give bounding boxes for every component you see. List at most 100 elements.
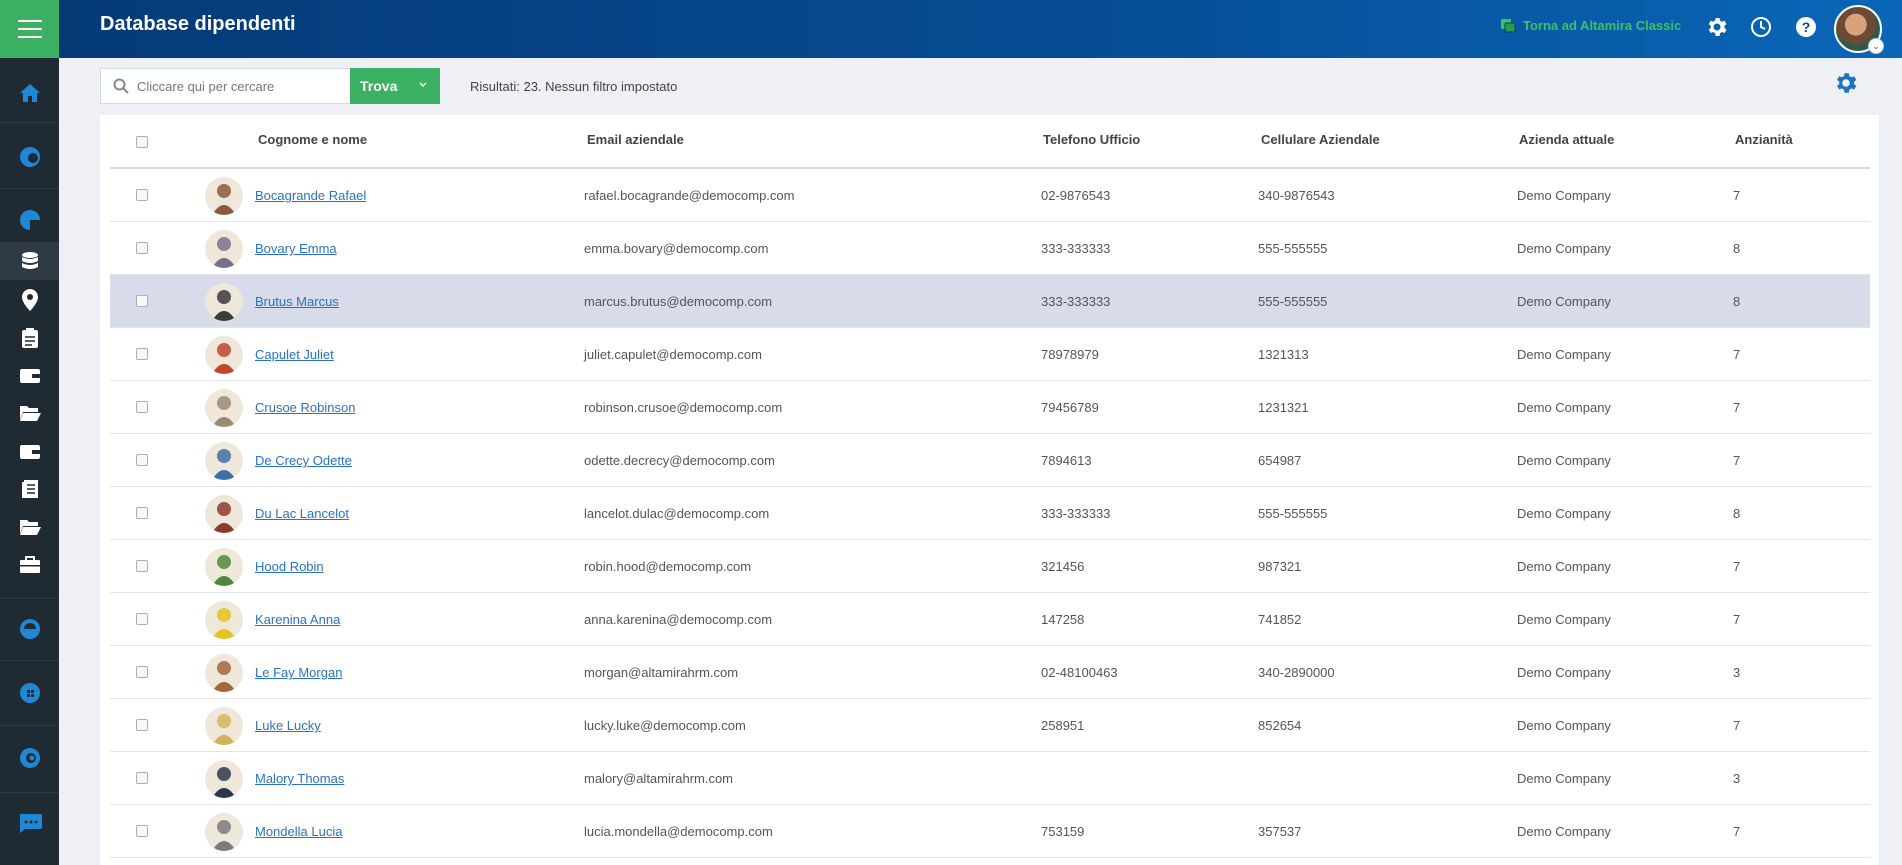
column-header-phone[interactable]: Telefono Ufficio: [1043, 132, 1140, 147]
employee-name-link[interactable]: Luke Lucky: [255, 718, 321, 733]
employee-seniority: 3: [1733, 665, 1741, 680]
column-header-email[interactable]: Email aziendale: [587, 132, 684, 147]
row-checkbox[interactable]: [136, 613, 148, 625]
sidebar-item-database[interactable]: [0, 242, 59, 280]
table-row[interactable]: Capulet Juliet juliet.capulet@democomp.co…: [110, 328, 1870, 381]
sidebar-item-clipboard[interactable]: [0, 320, 59, 356]
employee-name-link[interactable]: Mondella Lucia: [255, 824, 342, 839]
row-checkbox[interactable]: [136, 825, 148, 837]
classic-link[interactable]: Torna ad Altamira Classic: [1501, 18, 1681, 33]
employee-email: anna.karenina@democomp.com: [584, 612, 773, 627]
sidebar-item-location[interactable]: [0, 282, 59, 318]
sidebar: [0, 0, 59, 865]
sidebar-item-wallet[interactable]: [0, 357, 59, 393]
employee-name-link[interactable]: Crusoe Robinson: [255, 400, 355, 415]
sidebar-item-home[interactable]: [0, 70, 59, 116]
employee-name-link[interactable]: Bovary Emma: [255, 241, 337, 256]
employees-table: Cognome e nome Email aziendale Telefono …: [100, 115, 1879, 865]
search-input[interactable]: [137, 78, 337, 94]
employee-name-link[interactable]: Capulet Juliet: [255, 347, 334, 362]
table-row[interactable]: Mondella Lucia lucia.mondella@democomp.co…: [110, 805, 1870, 858]
table-row[interactable]: Brutus Marcus marcus.brutus@democomp.com 3…: [110, 275, 1870, 328]
employee-name-link[interactable]: Karenina Anna: [255, 612, 340, 627]
column-header-name[interactable]: Cognome e nome: [258, 132, 367, 147]
table-row[interactable]: De Crecy Odette odette.decrecy@democomp.c…: [110, 434, 1870, 487]
row-checkbox[interactable]: [136, 719, 148, 731]
sidebar-item-folder[interactable]: [0, 395, 59, 431]
column-header-seniority[interactable]: Anzianità: [1735, 132, 1793, 147]
table-row[interactable]: Bovary Emma emma.bovary@democomp.com 333-3…: [110, 222, 1870, 275]
row-checkbox[interactable]: [136, 507, 148, 519]
employee-mobile: 1231321: [1258, 400, 1309, 415]
sidebar-item-wallet-2[interactable]: [0, 433, 59, 469]
table-row[interactable]: Hood Robin robin.hood@democomp.com 321456 9…: [110, 540, 1870, 593]
employee-photo: [205, 813, 243, 851]
employee-name-link[interactable]: Brutus Marcus: [255, 294, 339, 309]
user-avatar[interactable]: ⌄: [1834, 5, 1884, 54]
row-checkbox[interactable]: [136, 348, 148, 360]
history-icon[interactable]: [1749, 15, 1773, 39]
employee-phone: 02-48100463: [1041, 665, 1118, 680]
employee-name-link[interactable]: Le Fay Morgan: [255, 665, 342, 680]
sidebar-item-module-2[interactable]: [0, 198, 59, 242]
home-icon: [19, 84, 40, 102]
row-checkbox[interactable]: [136, 189, 148, 201]
employee-seniority: 7: [1733, 188, 1741, 203]
chevron-down-icon[interactable]: [418, 78, 428, 92]
employee-seniority: 7: [1733, 612, 1741, 627]
wallet-icon: [19, 369, 40, 383]
employee-email: emma.bovary@democomp.com: [584, 241, 769, 256]
table-row[interactable]: Malory Thomas malory@altamirahrm.com Demo …: [110, 752, 1870, 805]
menu-button[interactable]: [0, 0, 59, 58]
employee-phone: 333-333333: [1041, 506, 1111, 521]
employee-phone: 78978979: [1041, 347, 1099, 362]
sidebar-item-module-1[interactable]: [0, 134, 59, 180]
employee-company: Demo Company: [1517, 559, 1611, 574]
select-all-checkbox[interactable]: [136, 136, 148, 148]
row-checkbox[interactable]: [136, 401, 148, 413]
column-header-company[interactable]: Azienda attuale: [1519, 132, 1614, 147]
employee-photo: [205, 654, 243, 692]
row-checkbox[interactable]: [136, 666, 148, 678]
employee-phone: 79456789: [1041, 400, 1099, 415]
column-header-mobile[interactable]: Cellulare Aziendale: [1261, 132, 1380, 147]
table-row[interactable]: Luke Lucky lucky.luke@democomp.com 258951 8…: [110, 699, 1870, 752]
row-checkbox[interactable]: [136, 295, 148, 307]
module-icon: [19, 210, 40, 230]
database-icon: [21, 252, 38, 269]
sidebar-item-chat[interactable]: [0, 800, 59, 846]
table-row[interactable]: Le Fay Morgan morgan@altamirahrm.com 02-48…: [110, 646, 1870, 699]
employee-name-link[interactable]: De Crecy Odette: [255, 453, 352, 468]
table-row[interactable]: Karenina Anna anna.karenina@democomp.com 1…: [110, 593, 1870, 646]
sidebar-item-documents[interactable]: [0, 471, 59, 507]
table-row[interactable]: Crusoe Robinson robinson.crusoe@democomp.…: [110, 381, 1870, 434]
row-checkbox[interactable]: [136, 560, 148, 572]
employee-photo: [205, 230, 243, 268]
sidebar-item-briefcase[interactable]: [0, 547, 59, 583]
employee-company: Demo Company: [1517, 188, 1611, 203]
sidebar-item-module-3[interactable]: [0, 606, 59, 652]
employee-name-link[interactable]: Hood Robin: [255, 559, 324, 574]
help-icon[interactable]: ?: [1794, 15, 1818, 39]
chevron-down-icon: ⌄: [1868, 38, 1884, 54]
employee-photo: [205, 495, 243, 533]
sidebar-item-module-5[interactable]: [0, 735, 59, 781]
table-settings-icon[interactable]: [1833, 70, 1859, 96]
table-row[interactable]: Bocagrande Rafael rafael.bocagrande@democ…: [110, 169, 1870, 222]
employee-name-link[interactable]: Malory Thomas: [255, 771, 344, 786]
employee-name-link[interactable]: Du Lac Lancelot: [255, 506, 349, 521]
trova-button[interactable]: Trova: [350, 68, 440, 104]
table-row[interactable]: Du Lac Lancelot lancelot.dulac@democomp.c…: [110, 487, 1870, 540]
sidebar-item-module-4[interactable]: [0, 670, 59, 716]
settings-icon[interactable]: [1705, 15, 1729, 39]
sidebar-item-folder-2[interactable]: [0, 509, 59, 545]
menu-icon: [17, 14, 42, 44]
employee-company: Demo Company: [1517, 347, 1611, 362]
employee-email: lancelot.dulac@democomp.com: [584, 506, 770, 521]
row-checkbox[interactable]: [136, 454, 148, 466]
employee-name-link[interactable]: Bocagrande Rafael: [255, 188, 366, 203]
row-checkbox[interactable]: [136, 242, 148, 254]
row-checkbox[interactable]: [136, 772, 148, 784]
employee-company: Demo Company: [1517, 612, 1611, 627]
employee-email: juliet.capulet@democomp.com: [584, 347, 762, 362]
